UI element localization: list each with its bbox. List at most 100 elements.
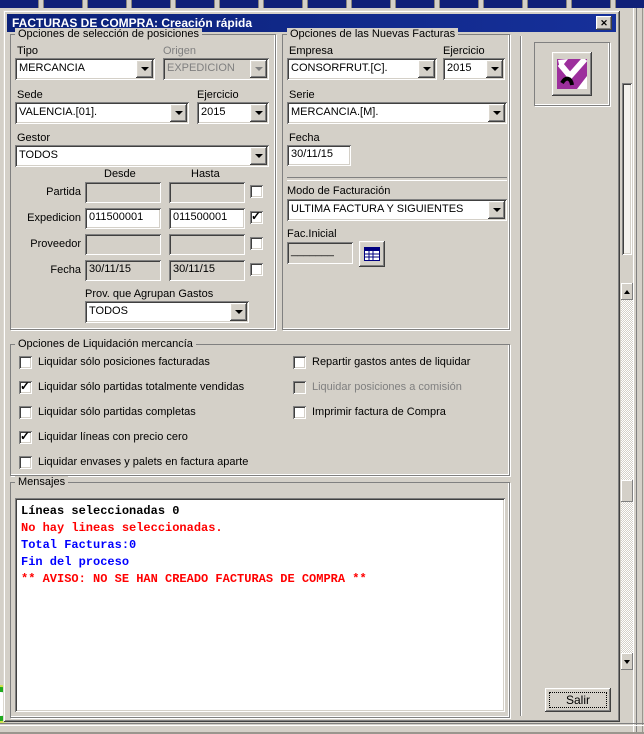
chevron-down-icon[interactable]: [488, 201, 505, 219]
scroll-up-icon: [624, 290, 630, 294]
expedicion-label: Expedicion: [11, 212, 81, 224]
hasta-header: Hasta: [191, 168, 220, 180]
logo-frame: [534, 42, 610, 106]
gestor-value: TODOS: [19, 149, 249, 161]
message-line: Total Facturas:0: [21, 537, 499, 554]
fac-inicial-field: _______: [287, 242, 353, 264]
facturas-compra-dialog: FACTURAS DE COMPRA: Creación rápida ✕ Op…: [3, 10, 620, 722]
gestor-combobox[interactable]: TODOS: [15, 145, 269, 167]
proveedor-desde-field: [85, 234, 161, 255]
liq-partidas-completas-checkbox[interactable]: [19, 406, 32, 419]
checkbox-label: Liquidar sólo partidas totalmente vendid…: [38, 381, 244, 394]
ejercicio-value: 2015: [447, 62, 485, 74]
chevron-down-icon[interactable]: [488, 104, 505, 122]
expedicion-hasta-field[interactable]: 011500001: [169, 208, 245, 229]
background-divider: [0, 725, 644, 726]
modo-facturacion-label: Modo de Facturación: [287, 185, 390, 197]
background-window-edge: [636, 8, 637, 734]
checkbox-label: Liquidar líneas con precio cero: [38, 431, 188, 444]
origen-combobox: EXPEDICION: [163, 58, 269, 80]
prov-agrupan-label: Prov. que Agrupan Gastos: [85, 288, 213, 300]
group-nuevas-facturas: Opciones de las Nuevas Facturas Empresa …: [282, 34, 510, 330]
separator: [287, 177, 507, 181]
close-button[interactable]: ✕: [596, 16, 612, 30]
partida-hasta-field: [169, 182, 245, 203]
checkbox-label: Liquidar sólo partidas completas: [38, 406, 196, 419]
prov-agrupan-combobox[interactable]: TODOS: [85, 301, 249, 323]
app-logo-button: [552, 52, 592, 96]
fac-inicial-lookup-button[interactable]: [359, 241, 385, 267]
prov-agrupan-value: TODOS: [89, 305, 229, 317]
ejercicio-label: Ejercicio: [443, 45, 485, 57]
sede-combobox[interactable]: VALENCIA.[01].: [15, 102, 189, 124]
ejercicio-combobox[interactable]: 2015: [197, 102, 269, 124]
serie-combobox[interactable]: MERCANCIA.[M].: [287, 102, 507, 124]
sede-value: VALENCIA.[01].: [19, 106, 169, 118]
background-window-edge: [642, 8, 643, 734]
checkbox-label: Liquidar envases y palets en factura apa…: [38, 456, 248, 469]
chevron-down-icon[interactable]: [230, 303, 247, 321]
scrollbar-track[interactable]: [621, 300, 633, 653]
serie-value: MERCANCIA.[M].: [291, 106, 487, 118]
app-logo-icon: [557, 59, 587, 89]
tipo-value: MERCANCIA: [19, 62, 135, 74]
fecha-input[interactable]: 30/11/15: [287, 145, 351, 166]
partida-desde-field: [85, 182, 161, 203]
proveedor-hasta-field: [169, 234, 245, 255]
modo-facturacion-value: ULTIMA FACTURA Y SIGUIENTES: [291, 203, 487, 215]
ejercicio-nuevas-combobox[interactable]: 2015: [443, 58, 505, 80]
empresa-combobox[interactable]: CONSORFRUT.[C].: [287, 58, 437, 80]
group-title: Opciones de las Nuevas Facturas: [287, 28, 458, 40]
chevron-down-icon[interactable]: [170, 104, 187, 122]
fecha-label: Fecha: [289, 132, 320, 144]
serie-label: Serie: [289, 89, 315, 101]
scroll-down-button[interactable]: [621, 653, 633, 670]
liq-posiciones-facturadas-checkbox[interactable]: [19, 356, 32, 369]
liq-partidas-vendidas-checkbox[interactable]: [19, 381, 32, 394]
fecha-rango-label: Fecha: [11, 264, 81, 276]
grid-icon: [364, 247, 380, 261]
scroll-up-button[interactable]: [621, 283, 633, 300]
focus-rect: [549, 692, 607, 708]
checkbox-label: Repartir gastos antes de liquidar: [312, 356, 470, 369]
gestor-label: Gestor: [17, 132, 50, 144]
background-window-edge: [633, 8, 634, 734]
expedicion-checkbox[interactable]: [250, 211, 263, 224]
scrollbar-thumb[interactable]: [621, 480, 633, 502]
screen: FACTURAS DE COMPRA: Creación rápida ✕ Op…: [0, 0, 644, 734]
checkbox-label: Imprimir factura de Compra: [312, 406, 446, 419]
chevron-down-icon[interactable]: [418, 60, 435, 78]
message-line: No hay lineas seleccionadas.: [21, 520, 499, 537]
group-liquidacion-mercancia: Opciones de Liquidación mercancía Liquid…: [10, 344, 510, 476]
fecha-checkbox[interactable]: [250, 263, 263, 276]
repartir-gastos-checkbox[interactable]: [293, 356, 306, 369]
chevron-down-icon[interactable]: [250, 147, 267, 165]
partida-checkbox[interactable]: [250, 185, 263, 198]
liq-precio-cero-checkbox[interactable]: [19, 431, 32, 444]
imprimir-factura-checkbox[interactable]: [293, 406, 306, 419]
salir-button[interactable]: Salir: [545, 688, 611, 712]
message-line: Líneas seleccionadas 0: [21, 503, 499, 520]
background-divider: [0, 723, 644, 724]
checkbox-label: Liquidar sólo posiciones facturadas: [38, 356, 210, 369]
empresa-value: CONSORFRUT.[C].: [291, 62, 417, 74]
checkbox-label: Liquidar posiciones a comisión: [312, 381, 462, 394]
expedicion-desde-field[interactable]: 011500001: [85, 208, 161, 229]
fecha-hasta-field: 30/11/15: [169, 260, 245, 281]
partida-label: Partida: [11, 186, 81, 198]
tipo-combobox[interactable]: MERCANCIA: [15, 58, 155, 80]
background-scrollbar-track-top: [622, 83, 632, 255]
liq-envases-palets-checkbox[interactable]: [19, 456, 32, 469]
close-icon: ✕: [600, 18, 608, 29]
tipo-label: Tipo: [17, 45, 38, 57]
chevron-down-icon[interactable]: [486, 60, 503, 78]
group-title: Opciones de Liquidación mercancía: [15, 338, 196, 350]
proveedor-checkbox[interactable]: [250, 237, 263, 250]
chevron-down-icon[interactable]: [250, 104, 267, 122]
ejercicio-value: 2015: [201, 106, 249, 118]
background-grid-header-strip: [0, 0, 644, 8]
modo-facturacion-combobox[interactable]: ULTIMA FACTURA Y SIGUIENTES: [287, 199, 507, 221]
proveedor-label: Proveedor: [11, 238, 81, 250]
mensajes-textarea[interactable]: Líneas seleccionadas 0 No hay lineas sel…: [15, 498, 505, 712]
chevron-down-icon[interactable]: [136, 60, 153, 78]
